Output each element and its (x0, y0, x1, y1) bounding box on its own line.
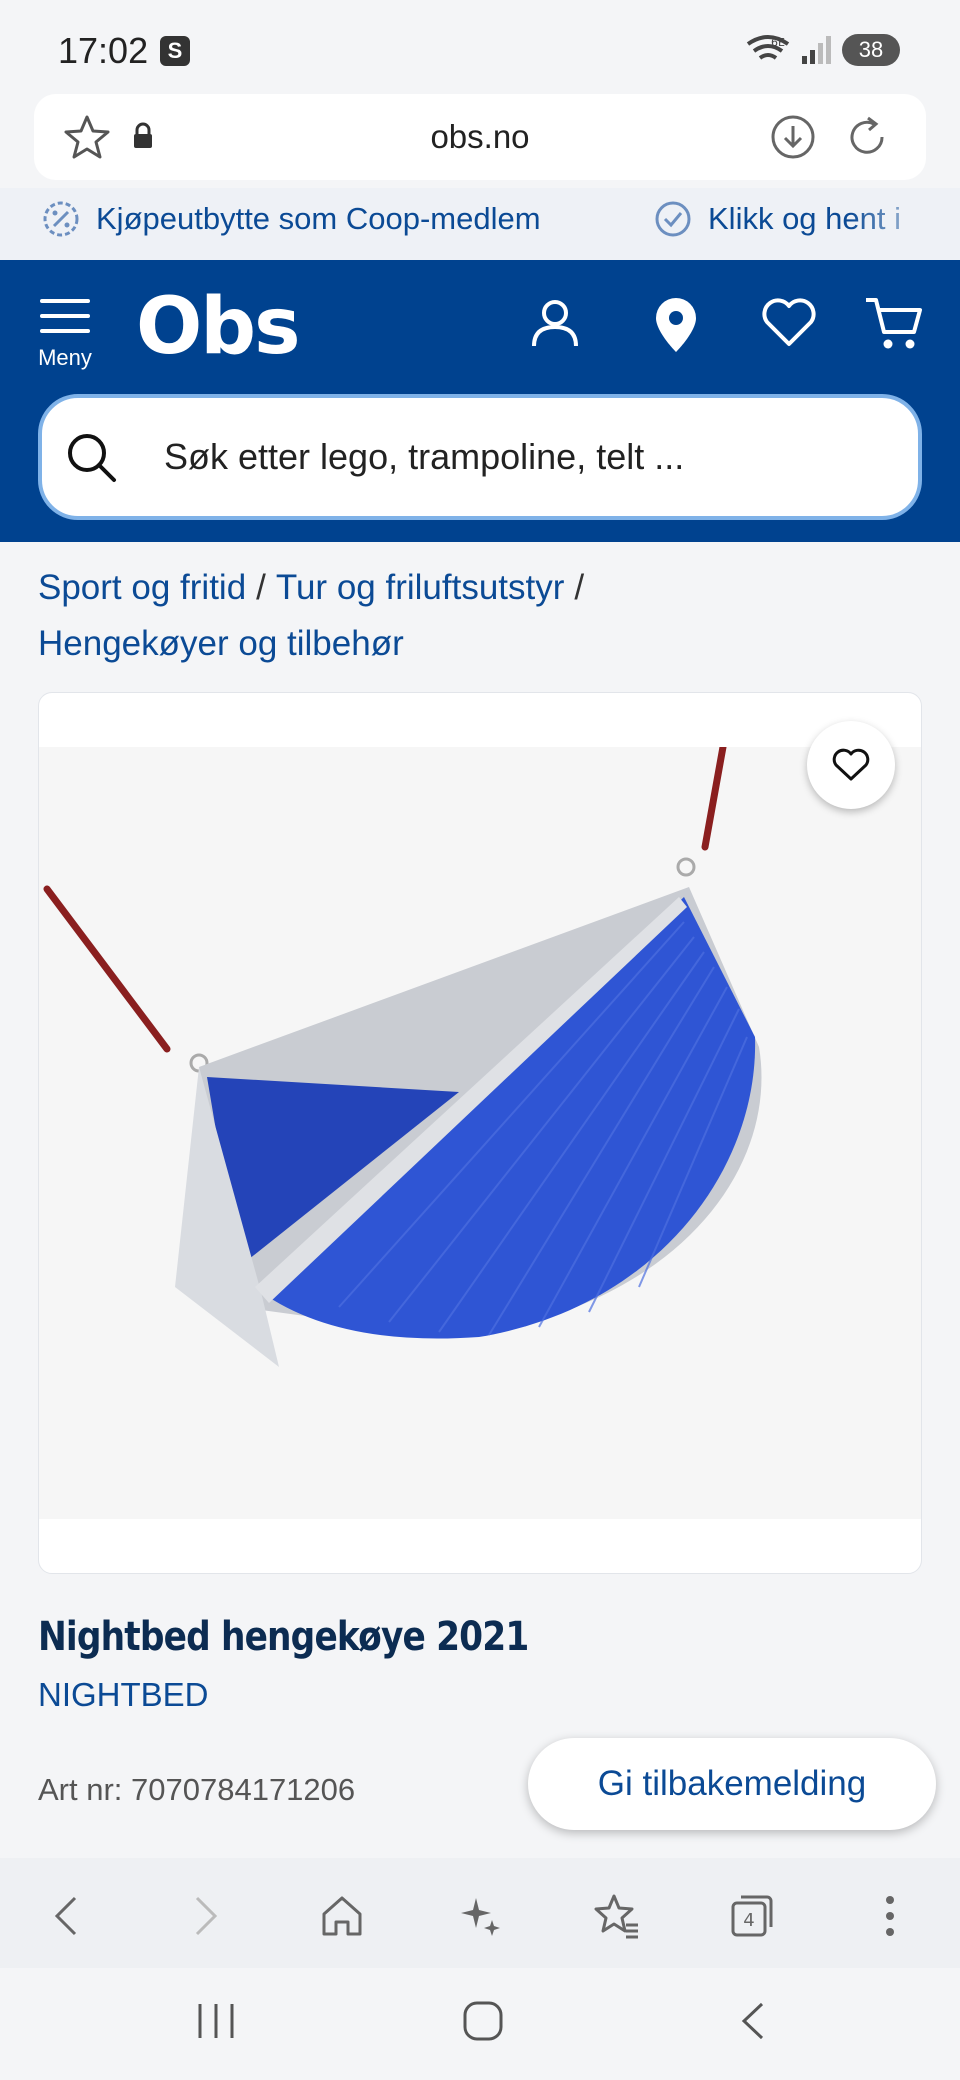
bookmarks-icon[interactable] (588, 1888, 644, 1944)
browser-url-bar[interactable]: obs.no (34, 94, 926, 180)
battery-icon: 38 (842, 34, 900, 66)
store-locator-icon[interactable] (652, 296, 700, 354)
search-placeholder: Søk etter lego, trampoline, telt ... (164, 436, 685, 477)
hammock-illustration (43, 743, 762, 1367)
product-title: Nightbed hengekøye 2021 (38, 1614, 529, 1660)
check-badge-icon (655, 201, 691, 237)
feedback-button[interactable]: Gi tilbakemelding (528, 1738, 936, 1830)
menu-label: Meny (38, 345, 92, 370)
tab-count: 4 (743, 1910, 754, 1931)
home-button-icon[interactable] (462, 2000, 504, 2042)
breadcrumb-item-hengekoyer[interactable]: Hengekøyer og tilbehør (38, 624, 404, 663)
download-icon[interactable] (770, 114, 816, 160)
product-image[interactable] (39, 743, 921, 1519)
favorites-heart-icon[interactable] (760, 296, 818, 348)
promo-strip: Kjøpeutbytte som Coop-medlem Klikk og he… (0, 188, 960, 260)
breadcrumb: Sport og fritid / Tur og friluftsutstyr / H… (38, 560, 918, 672)
heart-icon (832, 748, 870, 781)
cart-icon[interactable] (864, 296, 924, 352)
site-header: Meny Obs Søk etter lego, trampoline, tel… (0, 260, 960, 542)
status-icons: 6E 38 (746, 32, 900, 68)
forward-icon[interactable] (178, 1888, 234, 1944)
wifi-icon: 6E (746, 35, 790, 60)
status-bar: 17:02 S 6E 38 (0, 0, 960, 92)
search-input[interactable]: Søk etter lego, trampoline, telt ... (38, 394, 922, 520)
account-icon[interactable] (528, 296, 582, 350)
more-menu-icon[interactable] (862, 1888, 918, 1944)
home-icon[interactable] (314, 1888, 370, 1944)
add-to-favorites-button[interactable] (807, 721, 895, 809)
product-image-card (38, 692, 922, 1574)
signal-icon (802, 36, 831, 64)
breadcrumb-separator: / (574, 568, 585, 607)
search-icon (68, 434, 116, 482)
breadcrumb-item-sport[interactable]: Sport og fritid (38, 568, 246, 607)
menu-button[interactable]: Meny (34, 296, 96, 371)
promo-item-coop[interactable]: Kjøpeutbytte som Coop-medlem (42, 200, 541, 238)
obs-logo[interactable]: Obs (136, 288, 301, 366)
percent-badge-icon (43, 201, 79, 237)
system-back-icon[interactable] (738, 2000, 768, 2042)
hamburger-icon (40, 299, 90, 333)
back-icon[interactable] (38, 1888, 94, 1944)
promo-fade (850, 188, 960, 260)
recent-apps-icon[interactable] (196, 2000, 236, 2042)
browser-toolbar: 4 (0, 1858, 960, 1968)
product-brand-link[interactable]: NIGHTBED (38, 1676, 209, 1714)
reload-icon[interactable] (844, 114, 890, 160)
tabs-icon[interactable]: 4 (724, 1888, 780, 1944)
svg-text:6E: 6E (771, 36, 785, 49)
breadcrumb-separator: / (256, 568, 266, 607)
status-time: 17:02 (58, 30, 149, 71)
notification-s-icon: S (160, 36, 190, 66)
breadcrumb-item-tur[interactable]: Tur og friluftsutstyr (276, 568, 565, 607)
system-navigation-bar (0, 1968, 960, 2080)
promo-text: Kjøpeutbytte som Coop-medlem (96, 201, 541, 236)
ai-sparkle-icon[interactable] (452, 1888, 508, 1944)
product-art-nr: Art nr: 7070784171206 (38, 1772, 356, 1807)
